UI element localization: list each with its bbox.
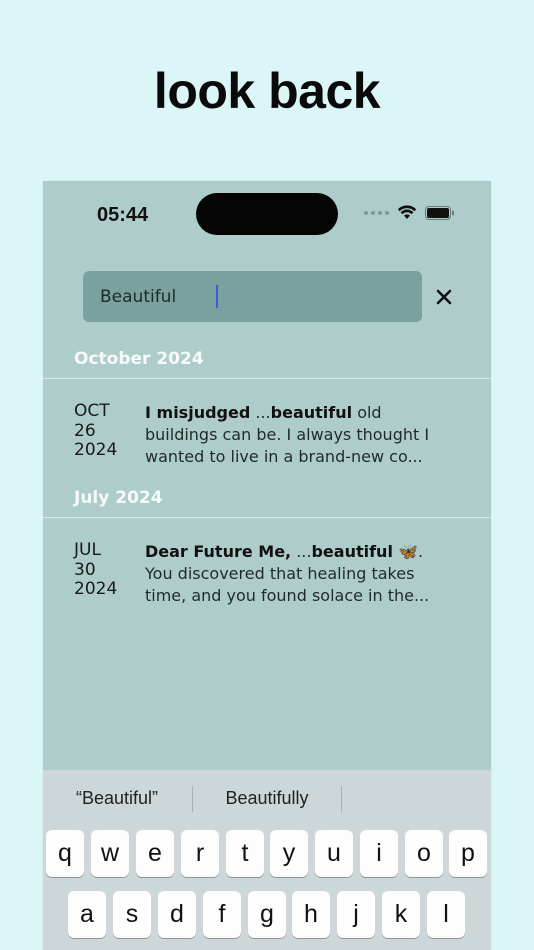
journal-entry[interactable]: OCT 26 2024 I misjudged ...beautiful old… <box>43 401 491 497</box>
entry-ellipsis: ... <box>250 403 271 422</box>
battery-icon <box>425 205 454 220</box>
suggestion-divider <box>341 786 342 812</box>
key-t[interactable]: t <box>226 830 264 877</box>
key-p[interactable]: p <box>449 830 487 877</box>
dynamic-island <box>196 193 338 235</box>
search-input[interactable] <box>100 271 400 322</box>
section-divider <box>43 517 491 518</box>
search-match: beautiful <box>270 403 353 422</box>
keyboard: “Beautiful” Beautifully q w e r t y u i … <box>43 770 491 950</box>
entry-punctuation: . <box>417 542 424 561</box>
entry-preview: Dear Future Me, ...beautiful 🦋. You disc… <box>145 541 455 607</box>
section-heading: October 2024 <box>74 349 204 369</box>
key-e[interactable]: e <box>136 830 174 877</box>
wifi-icon <box>397 205 417 219</box>
key-j[interactable]: j <box>337 891 375 938</box>
section-divider <box>43 378 491 379</box>
suggestion-item[interactable]: “Beautiful” <box>43 770 191 826</box>
entry-date: JUL 30 2024 <box>74 540 118 599</box>
entry-title: I misjudged <box>145 403 251 422</box>
entry-date: OCT 26 2024 <box>74 401 118 460</box>
text-caret <box>216 285 218 308</box>
close-icon <box>436 289 452 305</box>
key-q[interactable]: q <box>46 830 84 877</box>
key-w[interactable]: w <box>91 830 129 877</box>
cellular-signal-icon <box>364 210 389 215</box>
section-heading: July 2024 <box>74 488 163 508</box>
key-s[interactable]: s <box>113 891 151 938</box>
key-k[interactable]: k <box>382 891 420 938</box>
key-h[interactable]: h <box>292 891 330 938</box>
key-d[interactable]: d <box>158 891 196 938</box>
journal-entry[interactable]: JUL 30 2024 Dear Future Me, ...beautiful… <box>43 540 491 636</box>
page-headline: look back <box>153 63 381 119</box>
key-g[interactable]: g <box>248 891 286 938</box>
status-icons <box>364 205 455 220</box>
entry-preview: I misjudged ...beautiful old buildings c… <box>145 402 455 468</box>
key-u[interactable]: u <box>315 830 353 877</box>
clear-search-button[interactable] <box>432 285 456 309</box>
entry-title: Dear Future Me, <box>145 542 292 561</box>
butterfly-emoji: 🦋 <box>398 542 418 561</box>
search-match: beautiful <box>311 542 393 561</box>
status-time: 05:44 <box>97 204 149 226</box>
key-f[interactable]: f <box>203 891 241 938</box>
entry-excerpt: You discovered that healing takes time, … <box>145 564 430 605</box>
key-r[interactable]: r <box>181 830 219 877</box>
key-a[interactable]: a <box>68 891 106 938</box>
key-y[interactable]: y <box>270 830 308 877</box>
key-i[interactable]: i <box>360 830 398 877</box>
phone-screen: 05:44 October 2024 OCT 26 2024 I misjudg… <box>43 181 491 950</box>
suggestion-item[interactable]: Beautifully <box>193 770 341 826</box>
key-o[interactable]: o <box>405 830 443 877</box>
key-l[interactable]: l <box>427 891 465 938</box>
entry-ellipsis: ... <box>291 542 312 561</box>
search-field[interactable] <box>83 271 422 322</box>
